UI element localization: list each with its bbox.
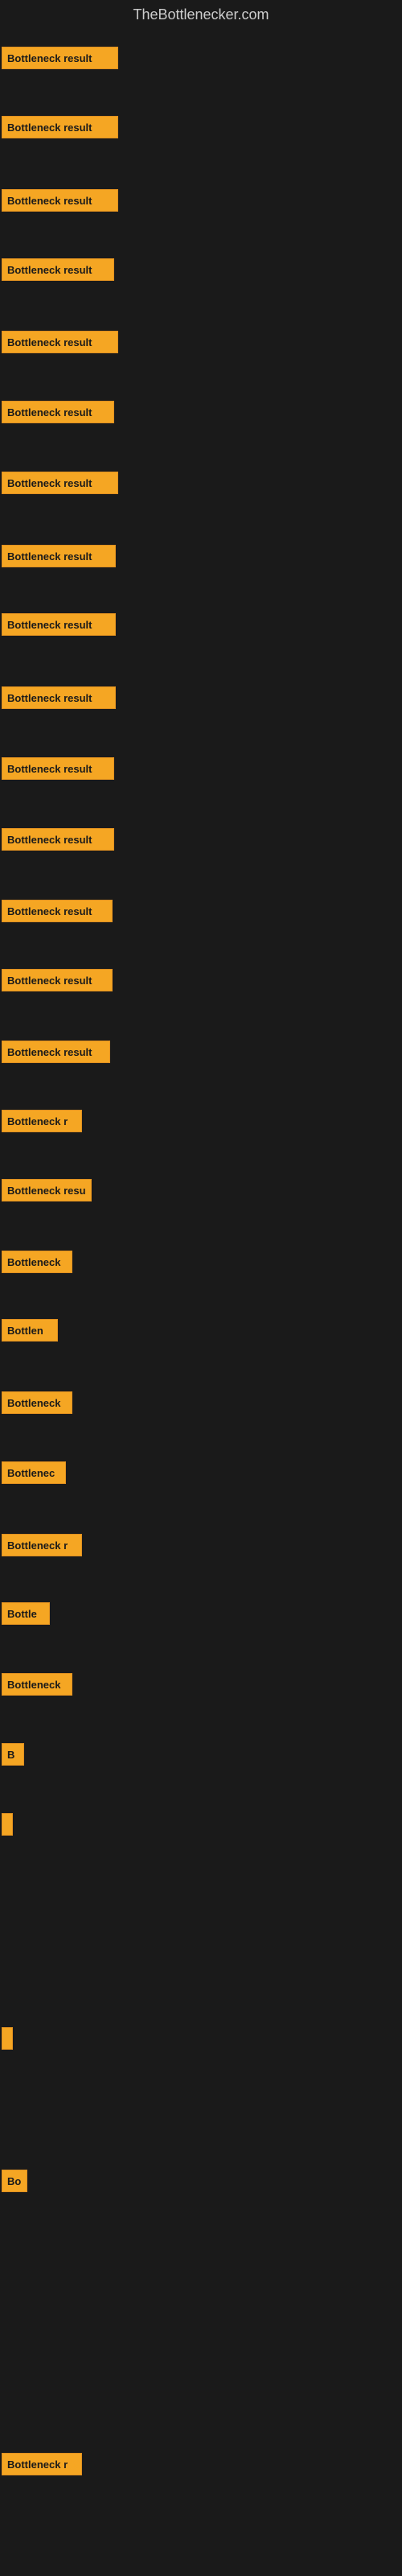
bottleneck-bar: Bottleneck resu <box>2 1179 92 1201</box>
bottleneck-bar: Bottleneck <box>2 1251 72 1273</box>
bottleneck-bar: Bottleneck result <box>2 331 118 353</box>
bottleneck-bar: Bottleneck r <box>2 1110 82 1132</box>
bottleneck-bar: Bottleneck result <box>2 472 118 494</box>
bottleneck-bar: Bottlen <box>2 1319 58 1342</box>
bottleneck-bar: Bottleneck <box>2 1673 72 1696</box>
bottleneck-bar: Bottleneck result <box>2 47 118 69</box>
bottleneck-bar: Bottleneck <box>2 1391 72 1414</box>
bottleneck-bar: Bottleneck result <box>2 969 113 991</box>
bottleneck-bar: Bottlenec <box>2 1461 66 1484</box>
bottleneck-bar: Bottleneck r <box>2 1534 82 1556</box>
bottleneck-bar: Bottleneck result <box>2 686 116 709</box>
bottleneck-bar: Bottleneck result <box>2 401 114 423</box>
bottleneck-bar: Bottleneck result <box>2 258 114 281</box>
bottleneck-bar: Bottleneck result <box>2 1041 110 1063</box>
bottleneck-bar: B <box>2 1743 24 1766</box>
bottleneck-bar: Bottleneck result <box>2 189 118 212</box>
bottleneck-bar <box>2 1813 13 1836</box>
bottleneck-bar: Bottleneck r <box>2 2453 82 2475</box>
site-title: TheBottlenecker.com <box>0 0 402 33</box>
bottleneck-bar: Bottleneck result <box>2 900 113 922</box>
bottleneck-bar <box>2 2027 13 2050</box>
bottleneck-bar: Bottleneck result <box>2 828 114 851</box>
bottleneck-bar: Bottleneck result <box>2 116 118 138</box>
bottleneck-bar: Bottleneck result <box>2 757 114 780</box>
bottleneck-bar: Bo <box>2 2170 27 2192</box>
bottleneck-bar: Bottleneck result <box>2 613 116 636</box>
bottleneck-bar: Bottle <box>2 1602 50 1625</box>
bottleneck-bar: Bottleneck result <box>2 545 116 567</box>
